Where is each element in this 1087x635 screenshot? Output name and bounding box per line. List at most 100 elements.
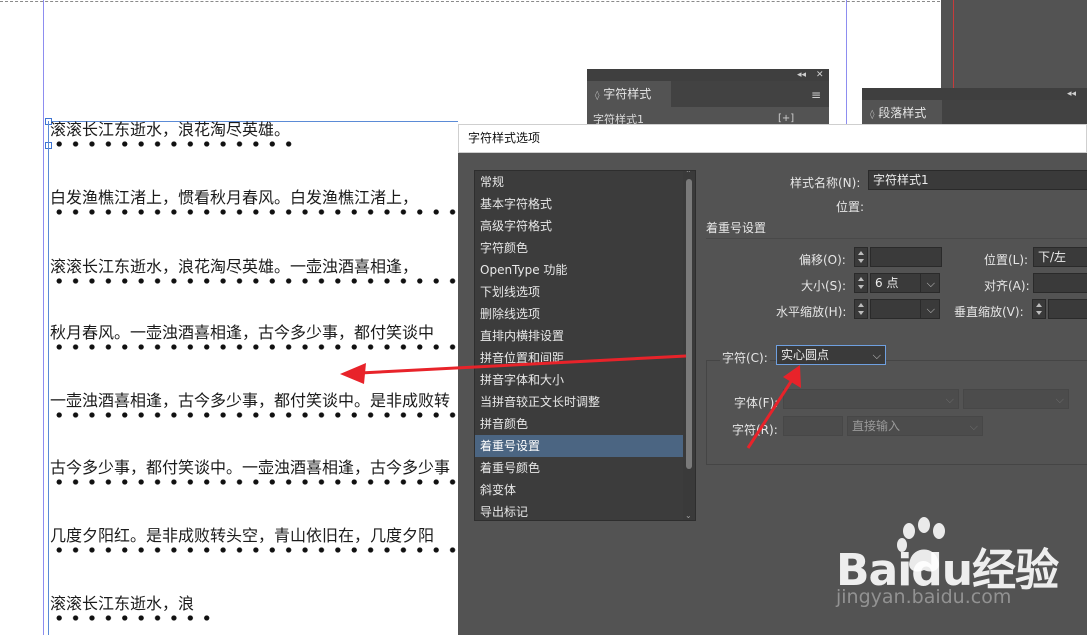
bleed-guide xyxy=(953,0,954,95)
tab-character-styles[interactable]: ◊ 字符样式 xyxy=(587,81,671,107)
location-label: 位置: xyxy=(836,200,865,214)
tab-label: 段落样式 xyxy=(878,106,927,120)
font-label: 字体(F): xyxy=(734,396,779,410)
dialog-title: 字符样式选项 xyxy=(458,124,1087,153)
page-top-margin-guide xyxy=(0,1,940,2)
emphasis-dots xyxy=(51,208,456,216)
scroll-thumb[interactable] xyxy=(686,179,692,469)
category-item[interactable]: 基本字符格式 xyxy=(475,193,685,215)
category-item[interactable]: 常规 xyxy=(475,171,685,193)
scroll-up-icon[interactable]: ⌃ xyxy=(685,171,692,178)
offset-stepper[interactable] xyxy=(854,247,868,267)
paragraph-styles-panel: ◂◂ ◊ 段落样式 xyxy=(862,88,1087,128)
category-item[interactable]: 字符颜色 xyxy=(475,237,685,259)
category-item[interactable]: 拼音颜色 xyxy=(475,413,685,435)
style-name-label: 样式名称(N): xyxy=(790,176,861,190)
input-mode-select[interactable]: 直接输入 ⌵ xyxy=(847,416,983,436)
category-item[interactable]: 拼音位置和间距 xyxy=(475,347,685,369)
chevron-down-icon[interactable]: ⌵ xyxy=(927,301,935,318)
text-line[interactable]: 几度夕阳红。是非成败转头空，青山依旧在，几度夕阳 xyxy=(50,526,434,546)
style-override-icon: [+] xyxy=(778,113,795,124)
emphasis-dots xyxy=(51,614,211,622)
category-item[interactable]: 直排内横排设置 xyxy=(475,325,685,347)
panel-header-bar: ◂◂ ✕ xyxy=(587,69,829,81)
position-value: 下/左 xyxy=(1038,250,1067,264)
section-divider xyxy=(706,238,1087,239)
chevron-down-icon: ⌵ xyxy=(969,420,978,433)
position-label: 位置(L): xyxy=(984,253,1029,267)
scroll-down-icon[interactable]: ⌄ xyxy=(685,511,692,520)
size-label: 大小(S): xyxy=(801,279,847,293)
close-icon[interactable]: ✕ xyxy=(816,69,824,81)
input-mode-value: 直接输入 xyxy=(852,419,901,433)
char-input[interactable] xyxy=(783,416,843,436)
pasteboard-area xyxy=(941,0,1087,95)
panel-menu-icon[interactable]: ≡ xyxy=(811,88,821,102)
align-select[interactable] xyxy=(1033,273,1087,293)
section-title: 着重号设置 xyxy=(706,221,767,235)
category-item[interactable]: 下划线选项 xyxy=(475,281,685,303)
character-select[interactable]: 实心圆点 ⌵ xyxy=(776,345,886,365)
category-item-selected[interactable]: 着重号设置 xyxy=(475,435,685,457)
text-line[interactable]: 滚滚长江东逝水，浪花淘尽英雄。 xyxy=(50,120,290,140)
horizontal-scale-combobox[interactable]: ⌵ xyxy=(870,299,940,319)
category-item[interactable]: 删除线选项 xyxy=(475,303,685,325)
emphasis-dots xyxy=(51,411,456,419)
text-line[interactable]: 滚滚长江东逝水，浪花淘尽英雄。一壶浊酒喜相逢， xyxy=(50,257,418,277)
category-item[interactable]: 高级字符格式 xyxy=(475,215,685,237)
combobox-divider xyxy=(920,300,921,318)
char-label: 字符(R): xyxy=(732,423,778,437)
horizontal-scale-stepper[interactable] xyxy=(854,299,868,319)
emphasis-dots xyxy=(51,140,294,148)
combobox-divider xyxy=(920,274,921,292)
chevron-down-icon: ⌵ xyxy=(1055,393,1064,406)
text-line[interactable]: 古今多少事，都付笑谈中。一壶浊酒喜相逢，古今多少事 xyxy=(50,458,450,478)
watermark-url: jingyan.baidu.com xyxy=(836,586,1012,608)
emphasis-dots xyxy=(51,277,456,285)
font-family-select[interactable]: ⌵ xyxy=(783,389,959,409)
category-item[interactable]: 着重号颜色 xyxy=(475,457,685,479)
emphasis-dots xyxy=(51,478,456,486)
chevron-down-icon[interactable]: ⌵ xyxy=(927,275,935,292)
character-label: 字符(C): xyxy=(720,349,770,366)
style-name-input[interactable]: 字符样式1 xyxy=(868,170,1087,190)
vertical-scale-stepper[interactable] xyxy=(1032,299,1046,319)
category-item[interactable]: 拼音字体和大小 xyxy=(475,369,685,391)
text-line[interactable]: 一壶浊酒喜相逢，古今多少事，都付笑谈中。是非成败转 xyxy=(50,391,450,411)
column-guide-left xyxy=(43,0,44,635)
emphasis-dots xyxy=(51,343,456,351)
size-combobox[interactable]: 6 点 ⌵ xyxy=(870,273,940,293)
text-line[interactable]: 白发渔樵江渚上，惯看秋月春风。白发渔樵江渚上， xyxy=(50,188,418,208)
tab-paragraph-styles[interactable]: ◊ 段落样式 xyxy=(862,100,942,126)
chevron-down-icon[interactable]: ⌵ xyxy=(873,347,881,364)
size-value: 6 点 xyxy=(875,276,899,290)
category-list[interactable]: 常规 基本字符格式 高级字符格式 字符颜色 OpenType 功能 下划线选项 … xyxy=(474,170,696,521)
collapse-icon[interactable]: ◂◂ xyxy=(1067,88,1076,100)
offset-label: 偏移(O): xyxy=(799,253,846,267)
position-select[interactable]: 下/左 xyxy=(1033,247,1087,267)
tab-grip-icon: ◊ xyxy=(595,91,600,101)
category-item[interactable]: 当拼音较正文长时调整 xyxy=(475,391,685,413)
category-item[interactable]: 导出标记 xyxy=(475,501,685,520)
horizontal-scale-label: 水平缩放(H): xyxy=(776,305,847,319)
character-value: 实心圆点 xyxy=(781,348,830,362)
category-item[interactable]: OpenType 功能 xyxy=(475,259,685,281)
chevron-down-icon: ⌵ xyxy=(945,393,954,406)
tab-grip-icon: ◊ xyxy=(870,110,875,120)
category-scrollbar[interactable]: ⌃ ⌄ xyxy=(683,171,695,520)
size-stepper[interactable] xyxy=(854,273,868,293)
vertical-scale-combobox[interactable] xyxy=(1048,299,1087,319)
text-line[interactable]: 秋月春风。一壶浊酒喜相逢，古今多少事，都付笑谈中 xyxy=(50,323,434,343)
category-item[interactable]: 斜变体 xyxy=(475,479,685,501)
text-frame-left-edge xyxy=(48,121,49,635)
align-label: 对齐(A): xyxy=(984,279,1030,293)
character-group-box xyxy=(706,360,1087,465)
tab-label: 字符样式 xyxy=(603,87,652,101)
character-styles-panel: ◂◂ ✕ ◊ 字符样式 ≡ 字符样式1 [+] xyxy=(587,69,829,129)
font-style-select[interactable]: ⌵ xyxy=(963,389,1069,409)
offset-input[interactable] xyxy=(870,247,942,267)
text-line[interactable]: 滚滚长江东逝水，浪 xyxy=(50,594,194,614)
vertical-scale-label: 垂直缩放(V): xyxy=(954,305,1024,319)
watermark: Baidu经验 jingyan.baidu.com xyxy=(830,512,1087,635)
collapse-icon[interactable]: ◂◂ xyxy=(797,69,806,81)
